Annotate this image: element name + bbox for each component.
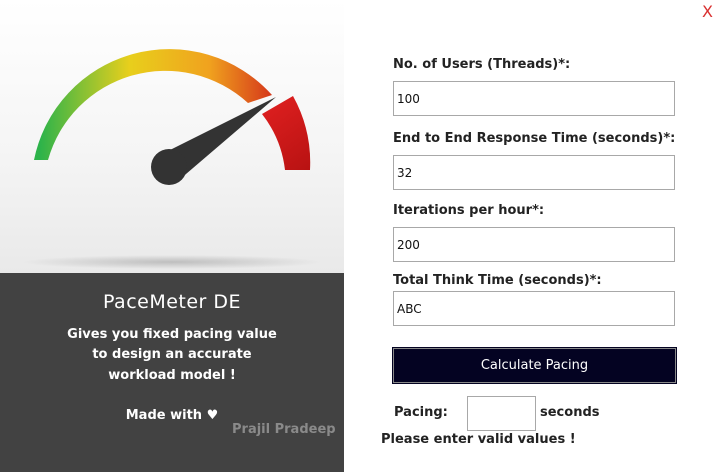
pacing-output[interactable] bbox=[467, 396, 536, 431]
tagline-line-2: to design an accurate bbox=[92, 347, 252, 362]
tagline-line-3: workload model ! bbox=[108, 368, 236, 383]
users-input[interactable] bbox=[393, 81, 675, 116]
gauge-arc bbox=[34, 49, 272, 160]
pacing-label: Pacing: bbox=[394, 405, 448, 420]
error-message: Please enter valid values ! bbox=[381, 432, 576, 447]
gauge-red-zone bbox=[262, 96, 311, 170]
app-title: PaceMeter DE bbox=[102, 291, 242, 313]
branding-panel: PaceMeter DE Gives you fixed pacing valu… bbox=[0, 0, 344, 472]
users-label: No. of Users (Threads)*: bbox=[393, 57, 571, 72]
tagline-line-1: Gives you fixed pacing value bbox=[67, 327, 277, 342]
author-name: Prajil Pradeep bbox=[232, 422, 336, 437]
iterations-input[interactable] bbox=[393, 227, 675, 262]
response-time-input[interactable] bbox=[393, 155, 675, 190]
close-button[interactable]: X bbox=[702, 2, 713, 21]
think-time-label: Total Think Time (seconds)*: bbox=[393, 273, 602, 288]
pacing-unit: seconds bbox=[540, 405, 600, 420]
gauge-shadow bbox=[22, 255, 322, 269]
calculate-pacing-button[interactable]: Calculate Pacing bbox=[392, 347, 677, 384]
speedometer-gauge-icon bbox=[22, 49, 322, 269]
iterations-label: Iterations per hour*: bbox=[393, 203, 545, 218]
think-time-input[interactable] bbox=[393, 291, 675, 326]
response-time-label: End to End Response Time (seconds)*: bbox=[393, 131, 676, 146]
gauge-hero bbox=[0, 0, 344, 273]
made-with-text: Made with ♥ bbox=[125, 408, 219, 423]
gauge-hub bbox=[151, 149, 187, 185]
